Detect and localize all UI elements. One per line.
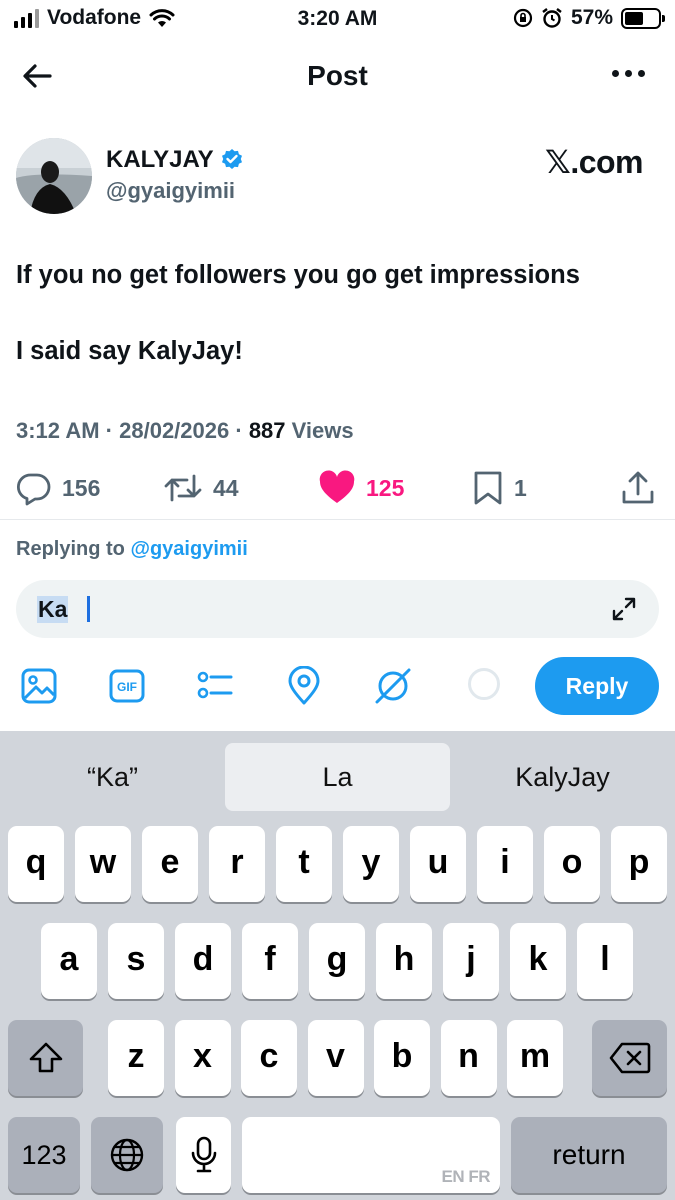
author-name-row[interactable]: KALYJAY — [106, 146, 244, 174]
replying-handle[interactable]: @gyaigyimii — [130, 538, 247, 560]
key-m[interactable]: m — [507, 1020, 563, 1096]
divider — [0, 519, 675, 520]
key-n[interactable]: n — [440, 1020, 497, 1096]
suggestion-bar: “Ka” La KalyJay — [0, 731, 675, 811]
x-com-logo: 𝕏.com — [545, 144, 643, 180]
suggestion-item[interactable]: KalyJay — [450, 743, 675, 811]
header: Post — [0, 50, 675, 102]
repost-action[interactable]: 44 — [163, 470, 239, 506]
gif-icon[interactable]: GIF — [107, 666, 147, 706]
like-action[interactable]: 125 — [318, 470, 404, 506]
author-name[interactable]: KALYJAY — [106, 146, 214, 174]
post-time: 3:12 AM — [16, 418, 100, 443]
poll-icon[interactable] — [195, 666, 235, 706]
key-i[interactable]: i — [477, 826, 533, 902]
suggestion-item[interactable]: La — [225, 743, 450, 811]
key-y[interactable]: y — [343, 826, 399, 902]
alarm-icon — [542, 8, 562, 28]
globe-key[interactable] — [91, 1117, 163, 1193]
post-line: I said say KalyJay! — [16, 337, 243, 365]
key-e[interactable]: e — [142, 826, 198, 902]
post-body: If you no get followers you go get impre… — [16, 256, 666, 408]
battery-icon — [621, 7, 665, 29]
key-z[interactable]: z — [108, 1020, 164, 1096]
space-language-label: EN FR — [441, 1167, 491, 1186]
key-p[interactable]: p — [611, 826, 667, 902]
location-icon[interactable] — [284, 666, 324, 706]
key-s[interactable]: s — [108, 923, 164, 999]
reply-count: 156 — [62, 474, 101, 501]
key-h[interactable]: h — [376, 923, 432, 999]
key-d[interactable]: d — [175, 923, 231, 999]
bookmark-action[interactable]: 1 — [472, 470, 527, 506]
views-label: Views — [291, 418, 354, 443]
avatar[interactable] — [16, 138, 92, 214]
post-meta: 3:12 AM · 28/02/2026 · 887 Views — [16, 418, 354, 443]
return-key[interactable]: return — [511, 1117, 667, 1193]
repost-count: 44 — [213, 474, 239, 501]
views-count[interactable]: 887 — [249, 418, 286, 443]
grok-icon[interactable] — [373, 666, 413, 706]
heart-icon[interactable] — [318, 470, 356, 506]
shift-key[interactable] — [8, 1020, 83, 1096]
replying-to: Replying to @gyaigyimii — [16, 538, 248, 561]
author-handle[interactable]: @gyaigyimii — [106, 178, 235, 204]
numbers-key[interactable]: 123 — [8, 1117, 80, 1193]
more-options-icon[interactable] — [612, 70, 645, 77]
key-g[interactable]: g — [309, 923, 365, 999]
expand-icon[interactable] — [611, 596, 637, 622]
verified-badge-icon — [221, 149, 242, 169]
keyboard: “Ka” La KalyJay qwertyuiop asdfghjkl zxcvb… — [0, 731, 675, 1200]
key-w[interactable]: w — [75, 826, 131, 902]
replying-prefix: Replying to — [16, 538, 125, 560]
like-count: 125 — [366, 474, 405, 501]
repost-icon[interactable] — [163, 470, 203, 506]
shift-icon — [29, 1042, 62, 1073]
dictation-key[interactable] — [176, 1117, 231, 1193]
status-right: 57% — [513, 6, 665, 30]
battery-percent: 57% — [570, 6, 613, 29]
bookmark-icon[interactable] — [472, 470, 504, 506]
svg-text:GIF: GIF — [117, 680, 137, 694]
orientation-lock-icon — [513, 8, 533, 28]
key-o[interactable]: o — [544, 826, 600, 902]
key-u[interactable]: u — [410, 826, 466, 902]
microphone-icon — [191, 1136, 216, 1173]
character-progress-ring — [468, 668, 500, 700]
post-actions: 156 44 125 1 — [0, 470, 675, 514]
key-l[interactable]: l — [577, 923, 633, 999]
reply-button[interactable]: Reply — [535, 657, 659, 715]
key-t[interactable]: t — [276, 826, 332, 902]
reply-icon[interactable] — [16, 470, 52, 506]
image-icon[interactable] — [19, 666, 59, 706]
key-c[interactable]: c — [241, 1020, 297, 1096]
key-f[interactable]: f — [242, 923, 298, 999]
key-x[interactable]: x — [174, 1020, 231, 1096]
key-q[interactable]: q — [8, 826, 64, 902]
key-r[interactable]: r — [209, 826, 265, 902]
share-icon[interactable] — [620, 470, 656, 506]
key-a[interactable]: a — [41, 923, 97, 999]
page-title: Post — [307, 60, 368, 91]
backspace-icon — [609, 1042, 650, 1074]
text-cursor — [87, 596, 90, 622]
reply-action[interactable]: 156 — [16, 470, 100, 506]
key-v[interactable]: v — [307, 1020, 364, 1096]
bookmark-count: 1 — [514, 474, 527, 501]
key-b[interactable]: b — [374, 1020, 430, 1096]
share-action[interactable] — [620, 470, 656, 506]
globe-icon — [110, 1138, 144, 1172]
key-j[interactable]: j — [443, 923, 499, 999]
post-date: 28/02/2026 — [119, 418, 230, 443]
reply-input[interactable]: Ka — [16, 580, 659, 638]
post-line: If you no get followers you go get impre… — [16, 261, 580, 289]
status-bar: Vodafone 3:20 AM 57% — [0, 0, 675, 38]
key-k[interactable]: k — [510, 923, 566, 999]
reply-input-text[interactable]: Ka — [37, 596, 69, 623]
suggestion-item[interactable]: “Ka” — [0, 743, 225, 811]
space-key[interactable]: EN FR — [242, 1117, 500, 1193]
delete-key[interactable] — [592, 1020, 667, 1096]
